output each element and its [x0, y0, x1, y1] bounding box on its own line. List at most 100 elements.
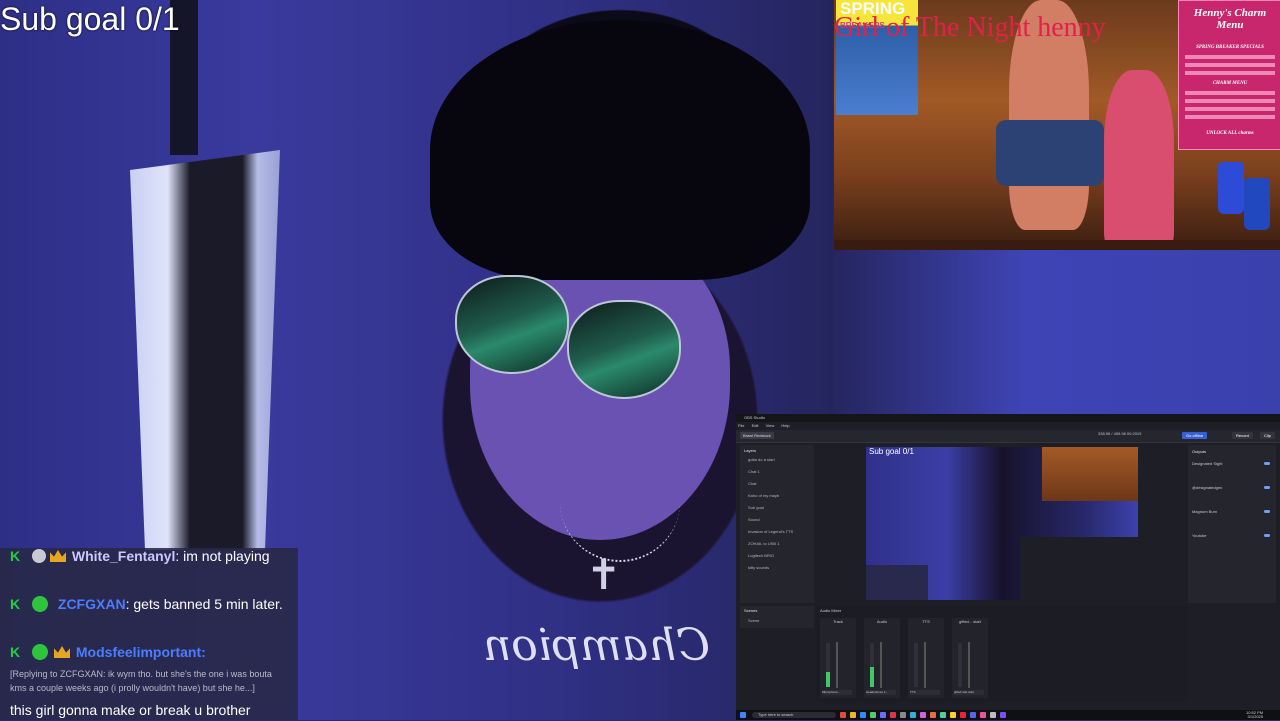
- app-icon[interactable]: [940, 712, 946, 718]
- layer-item[interactable]: Invasion of Legend's TTS: [748, 529, 793, 534]
- output-toggle[interactable]: [1264, 534, 1270, 537]
- app-icon[interactable]: [990, 712, 996, 718]
- app-icon[interactable]: [860, 712, 866, 718]
- obs-preview-canvas[interactable]: Sub goal 0/1: [866, 447, 1138, 600]
- mixer-channel[interactable]: gifted... start gifted rate start: [952, 618, 988, 698]
- output-toggle[interactable]: [1264, 462, 1270, 465]
- layer-item[interactable]: kitty sounds: [748, 565, 769, 570]
- streamer-hair: [430, 20, 810, 280]
- channel-source-select[interactable]: Microphone...: [822, 690, 852, 695]
- scenes-panel: Scenes Scene: [740, 606, 814, 628]
- charm-menu-label: CHARM MENU: [1212, 81, 1248, 86]
- layer-item[interactable]: Logitech BRIO: [748, 553, 774, 558]
- output-toggle[interactable]: [1264, 510, 1270, 513]
- clip-button[interactable]: Clip: [1260, 432, 1275, 439]
- app-icon[interactable]: [970, 712, 976, 718]
- preview-sub-goal: Sub goal 0/1: [869, 447, 914, 456]
- volume-fader[interactable]: [924, 642, 926, 688]
- chat-text: im not playing: [183, 548, 270, 564]
- menu-edit[interactable]: Edit: [752, 423, 759, 428]
- output-item[interactable]: Youtube: [1192, 533, 1207, 538]
- app-icon[interactable]: [880, 712, 886, 718]
- volume-fader[interactable]: [968, 642, 970, 688]
- stream-preview: SPRING BREAKERS Henny's Charm Menu SPRIN…: [834, 0, 1280, 250]
- obs-menu-bar[interactable]: File Edit View Help: [738, 423, 796, 429]
- mixer-channel[interactable]: Track Microphone...: [820, 618, 856, 698]
- left-lens: [455, 275, 569, 374]
- app-icon[interactable]: [850, 712, 856, 718]
- layers-panel: Layers gotta do a start Chat 1 Chat Kaho…: [740, 445, 814, 603]
- layer-item[interactable]: Chat: [748, 481, 756, 486]
- channel-source-select[interactable]: Headphones 1...: [866, 690, 896, 695]
- charm-row: [1185, 71, 1275, 75]
- scene-item[interactable]: Scene: [748, 618, 759, 623]
- level-meter: [826, 643, 830, 687]
- app-icon[interactable]: [960, 712, 966, 718]
- app-icon[interactable]: [980, 712, 986, 718]
- outputs-panel: Outputs Designated Sight @designatedgen …: [1188, 445, 1276, 603]
- taskbar-clock[interactable]: 10:52 PM 3/1/2025: [1246, 711, 1263, 719]
- go-offline-button[interactable]: Go offline: [1182, 432, 1208, 439]
- stream-title: Girl of The Night henny: [834, 12, 1106, 43]
- preview-stream: [1042, 447, 1138, 501]
- output-item[interactable]: @designatedgen: [1192, 485, 1222, 490]
- layer-item[interactable]: Kaho of my mayb: [748, 493, 779, 498]
- level-fill: [826, 671, 830, 687]
- app-icon[interactable]: [920, 712, 926, 718]
- scenes-title: Scenes: [744, 608, 758, 613]
- mixer-channel[interactable]: TTS TTS: [908, 618, 944, 698]
- menu-view[interactable]: View: [766, 423, 775, 428]
- chat-reply-note: [Replying to ZCFGXAN: ik wym tho. but sh…: [10, 669, 272, 693]
- taskbar-search[interactable]: Type here to search: [752, 712, 836, 718]
- level-meter: [914, 643, 918, 687]
- menu-help[interactable]: Help: [781, 423, 789, 428]
- obs-window[interactable]: OBS Studio File Edit View Help Brawl Red…: [736, 414, 1280, 720]
- app-icon[interactable]: [840, 712, 846, 718]
- mixer-channel[interactable]: Audio Headphones 1...: [864, 618, 900, 698]
- stream-status-bar: [834, 240, 1280, 250]
- charm-row: [1185, 99, 1275, 103]
- obs-toolbar: Brawl Redstock 338.96 / 495.98 00:2019 G…: [736, 430, 1280, 443]
- windows-start-icon[interactable]: [740, 712, 746, 718]
- cross-pendant: ✝: [586, 550, 622, 599]
- level-meter: [958, 643, 962, 687]
- channel-name: TTS: [922, 619, 930, 624]
- output-toggle[interactable]: [1264, 486, 1270, 489]
- layer-item[interactable]: Chat 1: [748, 469, 760, 474]
- scene-selector-button[interactable]: Brawl Redstock: [740, 432, 774, 439]
- level-meter: [870, 643, 874, 687]
- layer-item[interactable]: Sub goal: [748, 505, 764, 510]
- app-icon[interactable]: [930, 712, 936, 718]
- output-item[interactable]: Designated Sight: [1192, 461, 1222, 466]
- app-icon[interactable]: [1000, 712, 1006, 718]
- volume-fader[interactable]: [836, 642, 838, 688]
- layer-item[interactable]: Sound: [748, 517, 760, 522]
- crown-badge-icon: [50, 550, 66, 562]
- menu-file[interactable]: File: [738, 423, 744, 428]
- record-button[interactable]: Record: [1232, 432, 1253, 439]
- obs-titlebar[interactable]: OBS Studio: [736, 414, 1280, 422]
- gift-badge-icon: [32, 596, 48, 612]
- chat-message-header: K Modsfeelimportant:: [10, 641, 295, 663]
- output-item[interactable]: Magnum Burn: [1192, 509, 1217, 514]
- chat-username: Modsfeelimportant: [75, 644, 202, 660]
- chat-message: K ZCFGXAN: gets banned 5 min later.: [10, 593, 295, 615]
- app-icon[interactable]: [900, 712, 906, 718]
- volume-fader[interactable]: [880, 642, 882, 688]
- charm-row: [1185, 115, 1275, 119]
- right-lens: [567, 300, 681, 399]
- app-icon[interactable]: [870, 712, 876, 718]
- windows-taskbar: Type here to search 10:52 PM 3/1/2025: [736, 710, 1280, 720]
- layer-item[interactable]: ZOHAIL to USB 1: [748, 541, 779, 546]
- app-icon[interactable]: [950, 712, 956, 718]
- kick-badge-icon: K: [10, 596, 21, 612]
- layer-item[interactable]: gotta do a start: [748, 457, 775, 462]
- app-icon[interactable]: [890, 712, 896, 718]
- level-fill: [870, 667, 874, 687]
- channel-source-select[interactable]: gifted rate start: [954, 690, 984, 695]
- necklace: [560, 470, 680, 562]
- app-icon[interactable]: [910, 712, 916, 718]
- channel-source-select[interactable]: TTS: [910, 690, 940, 695]
- charm-specials: SPRING BREAKER SPECIALS: [1196, 45, 1264, 50]
- chat-colon: :: [201, 644, 206, 660]
